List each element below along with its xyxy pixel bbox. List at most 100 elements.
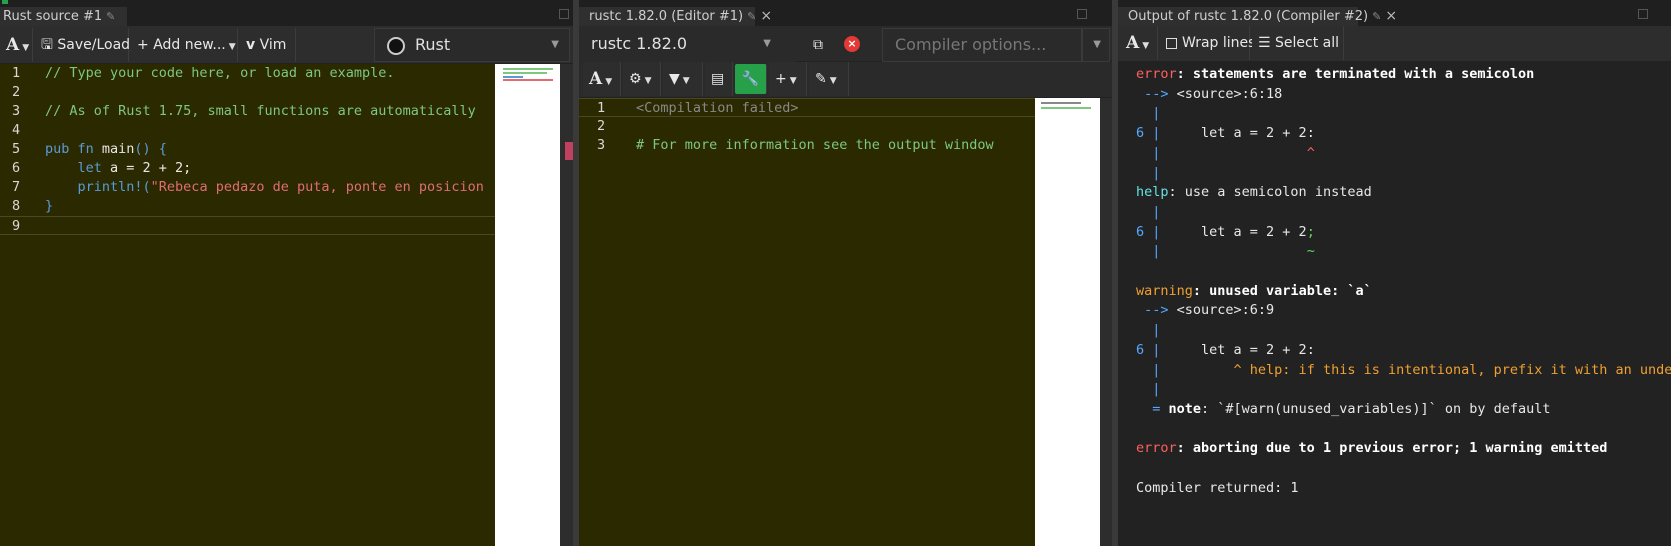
output-line: |: [1136, 379, 1160, 400]
compiler-pane: rustc 1.82.0 (Editor #1) ✎ × rustc 1.82.0 ▼…: [579, 0, 1112, 546]
output-tabstrip: Output of rustc 1.82.0 (Compiler #2) ✎ ×: [1118, 0, 1671, 26]
output-text: 6 |: [1136, 223, 1161, 240]
filter-icon[interactable]: ▼ ▼: [663, 62, 703, 96]
output-line: --> <source>:6:9: [1136, 300, 1274, 321]
chevron-down-icon: ▼: [1093, 39, 1101, 50]
output-text: |: [1136, 243, 1161, 260]
scrollbar-track[interactable]: [1100, 98, 1112, 546]
output-line: |: [1136, 163, 1160, 184]
rust-logo-icon: [387, 36, 405, 55]
pencil-icon[interactable]: ✎: [1372, 10, 1381, 23]
output-pane: Output of rustc 1.82.0 (Compiler #2) ✎ × A…: [1118, 0, 1671, 546]
output-line: Compiler returned: 1: [1136, 478, 1299, 499]
output-text: |: [1136, 361, 1161, 378]
pencil-icon[interactable]: ✎: [747, 10, 756, 23]
compiler-subtoolbar: A ▼ ⚙ ▼ ▼ ▼ ▤ 🔧 + ▼ ✎ ▼: [579, 62, 1112, 98]
compiler-select[interactable]: rustc 1.82.0 ▼: [579, 28, 795, 62]
brush-icon[interactable]: ✎ ▼: [809, 62, 849, 96]
output-text: |: [1136, 322, 1161, 339]
font-size-button[interactable]: A ▼: [583, 62, 621, 96]
current-line: 9: [0, 216, 573, 235]
checkbox-icon[interactable]: [1166, 37, 1177, 49]
tab-title: Rust source #1: [3, 9, 103, 24]
output-text: ~: [1160, 243, 1315, 260]
code-line: 5 pub fn main() {: [12, 141, 167, 157]
output-text: : unused variable: `a`: [1192, 282, 1372, 299]
compiler-minimap[interactable]: [1035, 98, 1100, 546]
wrap-lines-toggle[interactable]: Wrap lines: [1160, 26, 1255, 60]
compiler-tabstrip: rustc 1.82.0 (Editor #1) ✎ ×: [579, 0, 1112, 26]
tab-title: Output of rustc 1.82.0 (Compiler #2): [1128, 9, 1369, 24]
output-text: |: [1136, 381, 1161, 398]
settings-icon[interactable]: ⚙ ▼: [623, 62, 661, 96]
source-pane: Rust source #1 ✎ A ▼ 🖫 Save/Load + Add new…: [0, 0, 573, 546]
output-text: error: [1136, 440, 1177, 457]
output-text: ^: [1160, 144, 1315, 161]
output-text: <source>:6:18: [1176, 85, 1283, 102]
tab-rust-source[interactable]: Rust source #1 ✎: [0, 7, 127, 26]
compiler-output-text[interactable]: error: statements are terminated with a …: [1118, 64, 1671, 546]
error-status-icon[interactable]: ×: [844, 36, 860, 52]
code-line: 1// Type your code here, or load an exam…: [12, 65, 395, 81]
select-all-button[interactable]: ☰ Select all: [1252, 26, 1344, 60]
add-new-button[interactable]: + Add new... ▼: [131, 28, 238, 62]
source-toolbar: A ▼ 🖫 Save/Load + Add new... ▼ ⅴ Vim Rust …: [0, 26, 573, 64]
save-load-button[interactable]: 🖫 Save/Load: [35, 28, 130, 62]
source-tabstrip: Rust source #1 ✎: [0, 0, 573, 26]
compiler-output-editor[interactable]: 1 <Compilation failed> 2 3 # For more info…: [579, 98, 1112, 546]
language-select[interactable]: Rust ▼: [374, 28, 570, 62]
output-text: |: [1136, 105, 1161, 122]
asm-line: 1 <Compilation failed>: [579, 98, 1112, 117]
output-text: -->: [1136, 302, 1177, 319]
libraries-icon[interactable]: ▤: [705, 62, 733, 96]
compiler-options-input[interactable]: Compiler options...: [882, 28, 1082, 62]
vim-button[interactable]: ⅴ Vim: [240, 28, 296, 62]
font-size-button[interactable]: A ▼: [1118, 26, 1158, 60]
output-text: -->: [1136, 85, 1177, 102]
close-icon[interactable]: ×: [760, 8, 772, 24]
output-line: error: aborting due to 1 previous error;…: [1136, 438, 1607, 459]
maximize-icon[interactable]: [559, 9, 569, 19]
output-line: warning: unused variable: `a`: [1136, 281, 1372, 302]
floppy-icon: 🖫: [41, 37, 53, 53]
output-text: 6 |: [1136, 341, 1161, 358]
output-text: : aborting due to 1 previous error; 1 wa…: [1176, 440, 1608, 457]
code-line: 6 let a = 2 + 2;: [12, 160, 192, 176]
output-line: | ~: [1136, 241, 1315, 262]
output-line: = note: `#[warn(unused_variables)]` on b…: [1136, 399, 1550, 420]
font-size-button[interactable]: A ▼: [0, 28, 33, 62]
output-line: 6 | let a = 2 + 2;: [1136, 222, 1315, 243]
code-line: 7 println!("Rebeca pedazo de puta, ponte…: [12, 179, 493, 195]
maximize-icon[interactable]: [1077, 9, 1087, 19]
output-text: |: [1136, 203, 1161, 220]
tab-compiler[interactable]: rustc 1.82.0 (Editor #1) ✎ ×: [579, 7, 772, 26]
output-line: 6 | let a = 2 + 2:: [1136, 340, 1315, 361]
maximize-icon[interactable]: [1638, 9, 1648, 19]
output-text: |: [1136, 164, 1161, 181]
tools-icon[interactable]: 🔧: [735, 64, 767, 94]
output-text: |: [1136, 144, 1161, 161]
output-text: =: [1136, 400, 1169, 417]
tab-output[interactable]: Output of rustc 1.82.0 (Compiler #2) ✎ ×: [1118, 7, 1397, 26]
close-icon[interactable]: ×: [1385, 8, 1397, 24]
code-line: 4: [12, 122, 21, 138]
output-line: |: [1136, 103, 1160, 124]
output-text: ;: [1306, 223, 1315, 240]
output-text: <source>:6:9: [1176, 302, 1275, 319]
chevron-down-icon: ▼: [551, 39, 559, 50]
source-minimap[interactable]: [495, 64, 560, 546]
popout-icon[interactable]: ⧉: [803, 28, 833, 62]
output-text: let a = 2 + 2:: [1160, 125, 1315, 142]
scrollbar-thumb[interactable]: [565, 142, 573, 160]
scrollbar-track[interactable]: [560, 64, 573, 546]
output-line: --> <source>:6:18: [1136, 84, 1282, 105]
output-line: | ^ help: if this is intentional, prefix…: [1136, 360, 1671, 381]
source-editor[interactable]: 1// Type your code here, or load an exam…: [0, 64, 573, 546]
asm-line: 3 # For more information see the output w…: [597, 137, 994, 153]
output-line: |: [1136, 202, 1160, 223]
compiler-options-dropdown[interactable]: ▼: [1082, 28, 1110, 62]
output-text: : use a semicolon instead: [1168, 184, 1372, 201]
add-tool-icon[interactable]: + ▼: [769, 62, 807, 96]
pencil-icon[interactable]: ✎: [106, 10, 115, 23]
list-icon: ☰: [1258, 35, 1271, 51]
